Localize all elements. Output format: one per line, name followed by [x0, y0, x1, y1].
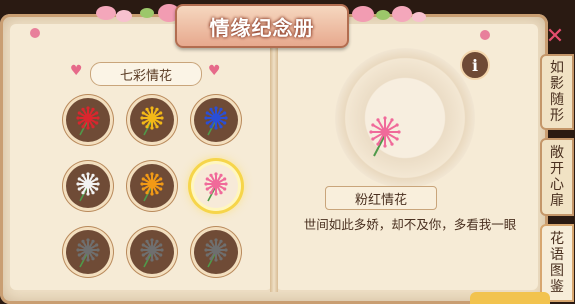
section-title: 七彩情花 — [90, 62, 202, 86]
spider-lily-icon — [204, 106, 228, 136]
flower-slot[interactable] — [66, 230, 110, 274]
flower-slot[interactable] — [130, 230, 174, 274]
tab-label-char: 开 — [550, 161, 564, 177]
spider-lily-icon — [140, 238, 164, 268]
spider-lily-icon — [76, 238, 100, 268]
tab-label-char: 鉴 — [550, 279, 564, 295]
flower-slot[interactable] — [66, 98, 110, 142]
spider-lily-icon — [76, 172, 100, 202]
title-banner: 情缘纪念册 — [175, 4, 349, 48]
tab-changkaixinfei[interactable]: 敞 开 心 扉 — [540, 138, 574, 216]
flower-slot[interactable] — [194, 164, 238, 208]
tab-label-char: 语 — [550, 247, 564, 263]
spider-lily-icon — [204, 238, 228, 268]
tab-label-char: 扉 — [550, 193, 564, 209]
heart-icon: ♥ — [208, 63, 221, 79]
window-title: 情缘纪念册 — [209, 15, 315, 40]
close-icon[interactable]: ✕ — [540, 26, 570, 48]
tab-label-char: 如 — [550, 60, 564, 76]
bottom-ornament — [470, 292, 550, 304]
flower-slot[interactable] — [130, 164, 174, 208]
flower-name: 粉红情花 — [325, 186, 437, 210]
tab-ruyingsuixing[interactable]: 如 影 随 形 — [540, 54, 574, 130]
spider-lily-icon — [76, 106, 100, 136]
tab-label-char: 敞 — [550, 145, 564, 161]
tab-huayutujian[interactable]: 花 语 图 鉴 — [540, 224, 574, 302]
tab-label-char: 形 — [550, 108, 564, 124]
heart-icon: ♥ — [70, 63, 83, 79]
flower-slot[interactable] — [130, 98, 174, 142]
spider-lily-icon — [140, 172, 164, 202]
flower-slot[interactable] — [66, 164, 110, 208]
flower-description: 世间如此多娇，却不及你，多看我一眼 — [303, 217, 517, 232]
flower-slot[interactable] — [194, 230, 238, 274]
spider-lily-icon — [204, 172, 228, 202]
spider-lily-icon — [140, 106, 164, 136]
tab-label-char: 心 — [550, 177, 564, 193]
book-spine — [270, 22, 278, 292]
tab-label-char: 影 — [550, 76, 564, 92]
flower-slot[interactable] — [194, 98, 238, 142]
selected-flower-image — [369, 116, 401, 157]
info-button[interactable]: i — [460, 50, 490, 80]
tab-label-char: 花 — [550, 231, 564, 247]
tab-label-char: 随 — [550, 92, 564, 108]
tab-label-char: 图 — [550, 263, 564, 279]
